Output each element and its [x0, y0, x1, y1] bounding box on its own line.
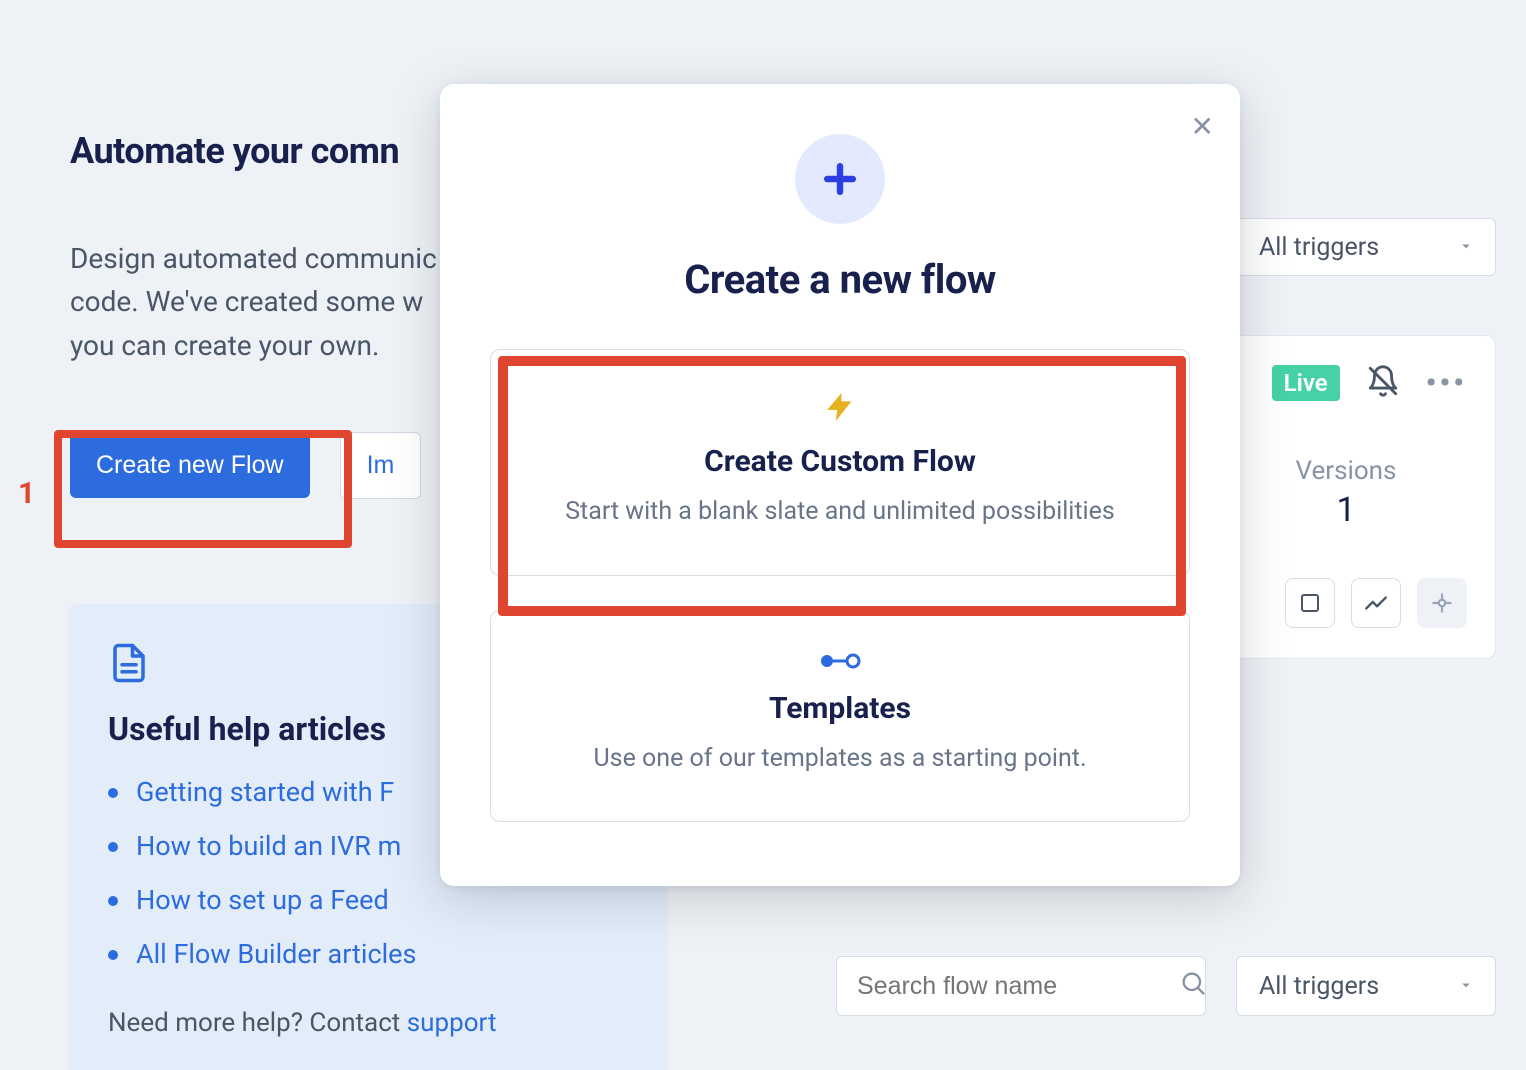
annotation-number-1: 1	[18, 476, 35, 511]
search-icon	[1179, 969, 1207, 1004]
close-icon: ✕	[1191, 111, 1214, 142]
help-more-text: Need more help? Contact support	[108, 1008, 628, 1038]
page-root: Automate your comn Design automated comm…	[0, 0, 1526, 1070]
import-flow-button[interactable]: Im	[340, 432, 422, 499]
create-new-flow-button[interactable]: Create new Flow	[70, 433, 310, 498]
bullet-icon	[108, 788, 118, 798]
help-link[interactable]: How to build an IVR m	[136, 830, 401, 862]
create-custom-flow-card[interactable]: Create Custom Flow Start with a blank sl…	[490, 349, 1190, 576]
triggers-filter-dropdown[interactable]: All triggers	[1236, 218, 1496, 276]
modal-title: Create a new flow	[684, 256, 996, 303]
flow-card-actions	[1225, 578, 1467, 628]
option-description: Start with a blank slate and unlimited p…	[551, 493, 1129, 531]
dropdown-value: All triggers	[1259, 972, 1379, 1001]
live-badge: Live	[1272, 365, 1340, 401]
flow-card: Live ••• Versions 1	[1196, 335, 1496, 659]
search-flow-input[interactable]	[857, 972, 1179, 1001]
bell-off-icon[interactable]	[1366, 364, 1400, 402]
search-flow-input-wrapper[interactable]	[836, 956, 1206, 1016]
dropdown-value: All triggers	[1259, 233, 1379, 262]
support-link[interactable]: support	[407, 1008, 497, 1038]
versions-value: 1	[1225, 490, 1467, 530]
help-link[interactable]: How to set up a Feed	[136, 884, 389, 916]
option-description: Use one of our templates as a starting p…	[551, 740, 1129, 778]
bullet-icon	[108, 950, 118, 960]
flow-action-button[interactable]	[1285, 578, 1335, 628]
versions-label: Versions	[1225, 456, 1467, 486]
help-link-item: All Flow Builder articles	[108, 938, 628, 970]
bullet-icon	[108, 896, 118, 906]
help-link-item: How to set up a Feed	[108, 884, 628, 916]
option-title: Create Custom Flow	[551, 444, 1129, 479]
analytics-button[interactable]	[1351, 578, 1401, 628]
help-link[interactable]: Getting started with F	[136, 776, 394, 808]
plus-circle-icon	[795, 134, 885, 224]
help-link[interactable]: All Flow Builder articles	[136, 938, 416, 970]
document-icon	[108, 669, 150, 688]
option-title: Templates	[551, 691, 1129, 726]
lightning-icon	[551, 390, 1129, 424]
bullet-icon	[108, 842, 118, 852]
chevron-down-icon	[1457, 972, 1475, 1001]
template-icon	[551, 651, 1129, 671]
create-flow-modal: ✕ Create a new flow Create Custom Flow S…	[440, 84, 1240, 886]
help-more-label: Need more help? Contact	[108, 1008, 407, 1038]
templates-card[interactable]: Templates Use one of our templates as a …	[490, 610, 1190, 823]
modal-header: Create a new flow	[490, 134, 1190, 303]
close-modal-button[interactable]: ✕	[1191, 110, 1214, 143]
expand-button[interactable]	[1417, 578, 1467, 628]
chevron-down-icon	[1457, 233, 1475, 262]
more-menu-button[interactable]: •••	[1426, 366, 1467, 401]
flow-card-header: Live •••	[1225, 364, 1467, 402]
triggers-filter-dropdown-bottom[interactable]: All triggers	[1236, 956, 1496, 1016]
